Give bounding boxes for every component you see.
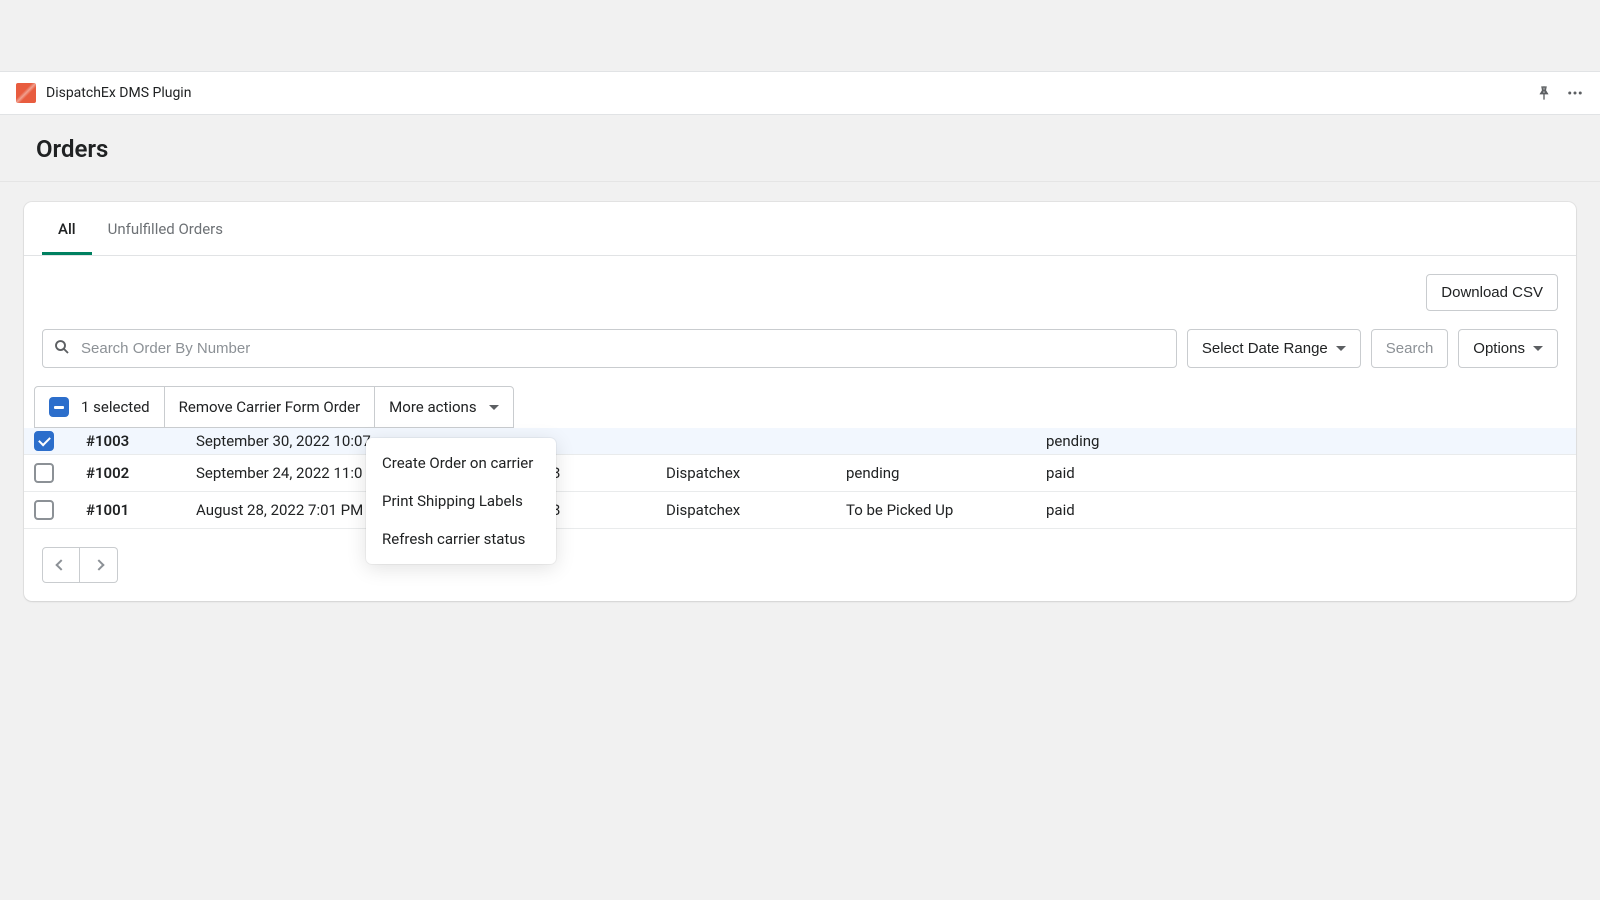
- orders-table-body: #1003 September 30, 2022 10:07 pending #…: [24, 428, 1576, 529]
- row-checkbox[interactable]: [34, 463, 54, 483]
- order-id: #1001: [86, 501, 196, 519]
- order-payment: paid: [1046, 501, 1566, 519]
- table-row[interactable]: #1001 August 28, 2022 7:01 PM 2012290498…: [24, 492, 1576, 529]
- tab-all[interactable]: All: [42, 202, 92, 255]
- order-status: pending: [846, 464, 1046, 482]
- options-label: Options: [1473, 340, 1525, 357]
- bulk-actions-wrap: 1 selected Remove Carrier Form Order Mor…: [24, 386, 1576, 529]
- remove-carrier-button[interactable]: Remove Carrier Form Order: [165, 387, 376, 427]
- select-date-range-button[interactable]: Select Date Range: [1187, 329, 1361, 368]
- app-topbar: DispatchEx DMS Plugin: [0, 71, 1600, 115]
- search-input[interactable]: [77, 330, 1166, 367]
- chevron-down-icon: [1533, 346, 1543, 351]
- table-row[interactable]: #1002 September 24, 2022 11:0 2012290508…: [24, 455, 1576, 492]
- options-button[interactable]: Options: [1458, 329, 1558, 368]
- pagination: [24, 529, 1576, 601]
- app-logo-icon: [16, 83, 36, 103]
- topbar-right: [1536, 84, 1584, 102]
- table-row[interactable]: #1003 September 30, 2022 10:07 pending: [24, 428, 1576, 455]
- order-carrier: Dispatchex: [666, 501, 846, 519]
- more-actions-dropdown: Create Order on carrier Print Shipping L…: [366, 438, 556, 564]
- search-input-wrap: [42, 329, 1177, 368]
- order-id: #1002: [86, 464, 196, 482]
- more-menu-icon[interactable]: [1566, 84, 1584, 102]
- chevron-down-icon: [1336, 346, 1346, 351]
- app-title: DispatchEx DMS Plugin: [46, 85, 191, 101]
- more-actions-label: More actions: [389, 398, 476, 416]
- chevron-right-icon: [93, 559, 104, 570]
- row-checkbox[interactable]: [34, 431, 54, 451]
- pin-icon[interactable]: [1536, 85, 1552, 101]
- topbar-left: DispatchEx DMS Plugin: [16, 83, 191, 103]
- order-payment: paid: [1046, 464, 1566, 482]
- download-csv-button[interactable]: Download CSV: [1426, 274, 1558, 311]
- order-id: #1003: [86, 432, 196, 450]
- select-date-range-label: Select Date Range: [1202, 340, 1328, 357]
- bulk-select-cell: 1 selected: [35, 387, 165, 427]
- orders-card: All Unfulfilled Orders Download CSV Sele…: [24, 202, 1576, 601]
- search-button[interactable]: Search: [1371, 329, 1449, 368]
- menu-item-create-order[interactable]: Create Order on carrier: [366, 444, 556, 482]
- menu-item-refresh-status[interactable]: Refresh carrier status: [366, 520, 556, 558]
- tab-unfulfilled[interactable]: Unfulfilled Orders: [92, 202, 239, 255]
- tabs: All Unfulfilled Orders: [24, 202, 1576, 256]
- order-status: To be Picked Up: [846, 501, 1046, 519]
- search-icon: [53, 338, 71, 360]
- more-actions-button[interactable]: More actions: [375, 387, 512, 427]
- bulk-actions-bar: 1 selected Remove Carrier Form Order Mor…: [34, 386, 514, 428]
- order-payment: pending: [1046, 432, 1566, 450]
- chevron-left-icon: [55, 559, 66, 570]
- selected-count-label: 1 selected: [81, 398, 150, 416]
- select-all-checkbox-mixed[interactable]: [49, 397, 69, 417]
- chevron-down-icon: [489, 405, 499, 410]
- prev-page-button[interactable]: [42, 547, 80, 583]
- row-checkbox[interactable]: [34, 500, 54, 520]
- page-title: Orders: [36, 135, 1564, 163]
- page-header: Orders: [0, 115, 1600, 182]
- search-row: Select Date Range Search Options: [24, 311, 1576, 386]
- toolbar-top: Download CSV: [24, 256, 1576, 311]
- menu-item-print-labels[interactable]: Print Shipping Labels: [366, 482, 556, 520]
- order-carrier: Dispatchex: [666, 464, 846, 482]
- next-page-button[interactable]: [80, 547, 118, 583]
